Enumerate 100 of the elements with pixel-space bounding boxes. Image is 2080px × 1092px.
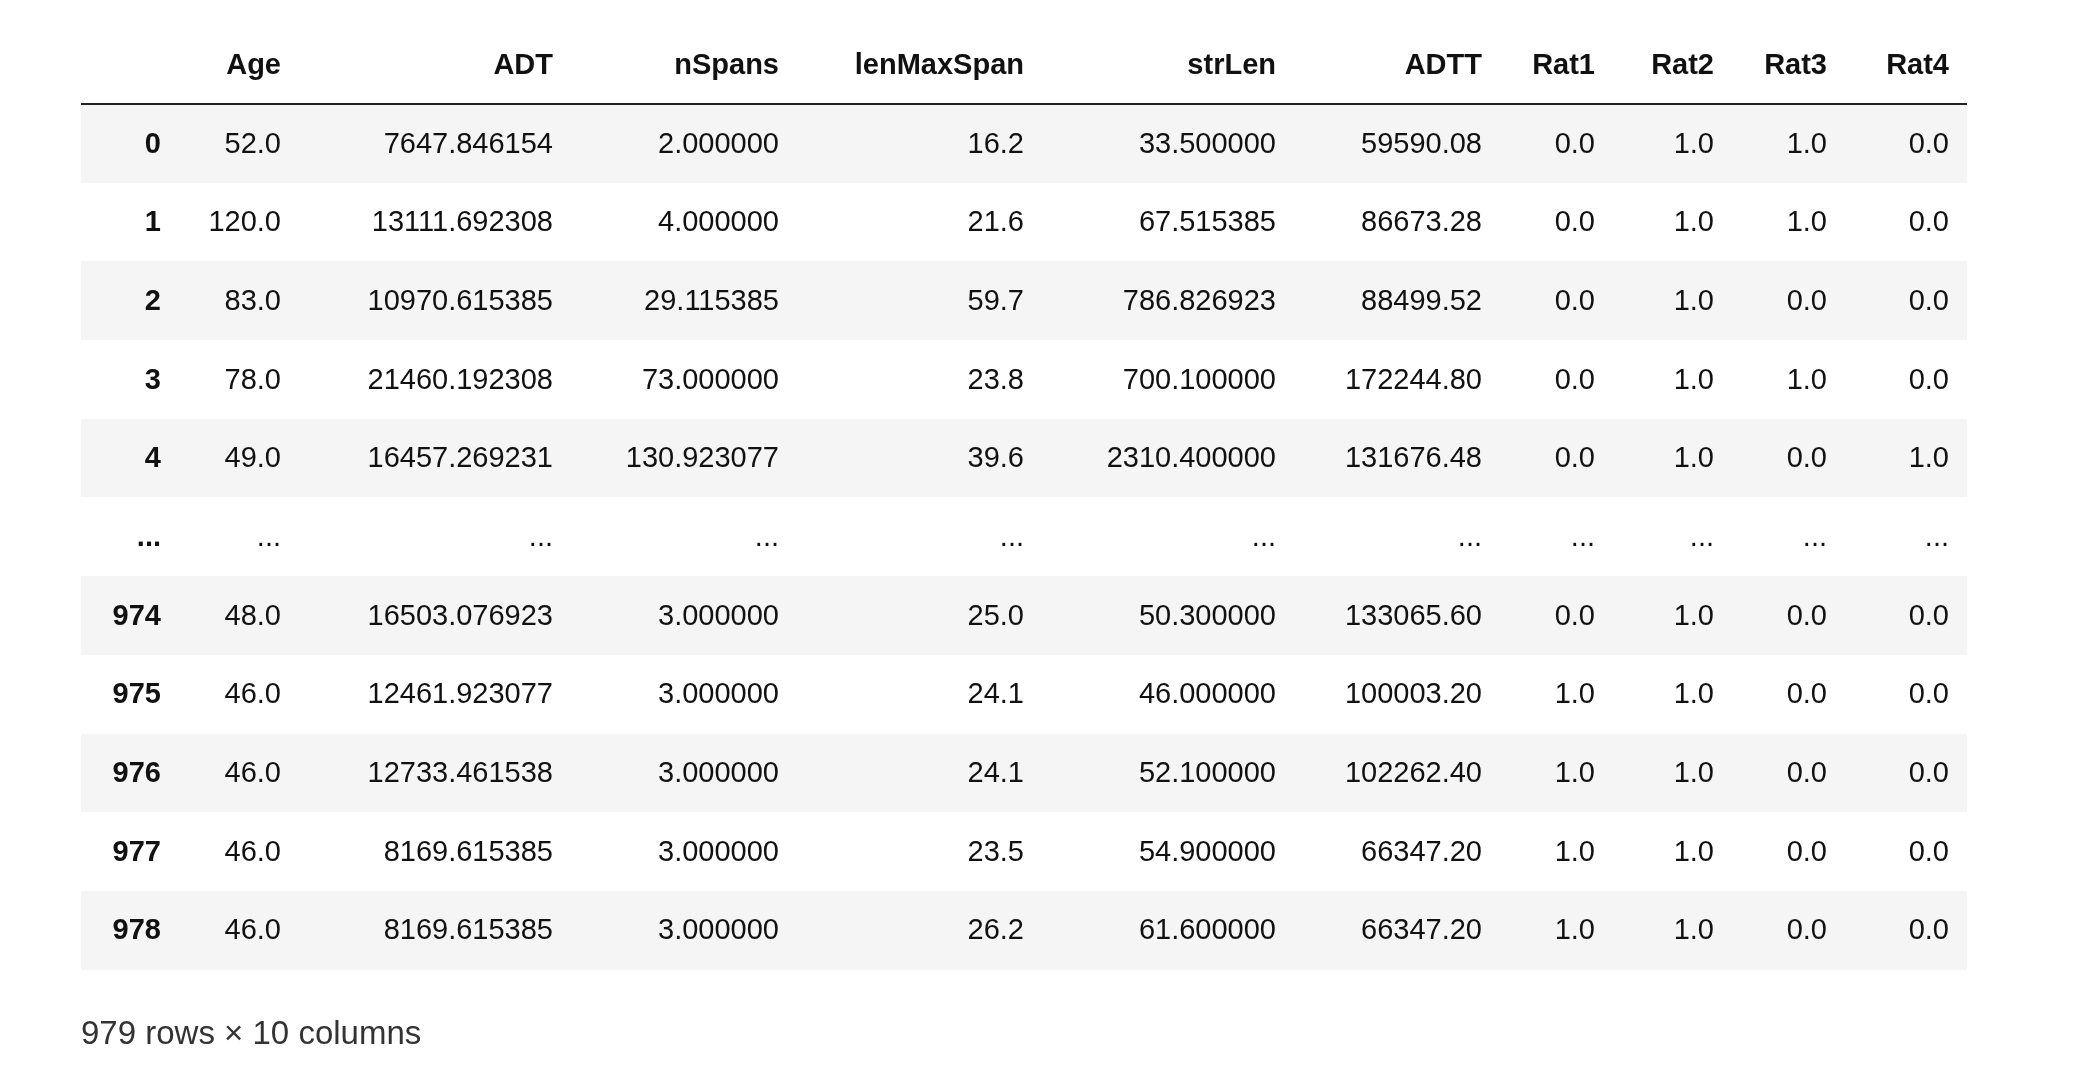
table-cell: ...	[1689, 520, 1714, 553]
table-cell: 0.0	[1908, 677, 1949, 710]
table-cell: 8169.615385	[383, 913, 553, 946]
table-cell: 4.000000	[658, 205, 779, 238]
table-cell: 67.515385	[1138, 205, 1276, 238]
table-cell: 0.0	[1554, 441, 1595, 474]
table-cell: 88499.52	[1361, 283, 1482, 316]
table-cell: ...	[999, 520, 1024, 553]
table-cell: 46.0	[224, 677, 281, 710]
table-cell: 0.0	[1786, 756, 1827, 789]
column-header: lenMaxSpan	[854, 47, 1024, 80]
table-cell: 23.5	[967, 834, 1024, 867]
table-cell: 0.0	[1908, 362, 1949, 395]
column-header: nSpans	[674, 47, 779, 80]
table-summary: 979 rows × 10 columns	[81, 1012, 423, 1053]
table-cell: 0.0	[1786, 913, 1827, 946]
table-cell: 3.000000	[658, 598, 779, 631]
table-cell: ...	[1802, 520, 1827, 553]
table-cell: ...	[1570, 520, 1595, 553]
column-header: Age	[226, 47, 281, 80]
table-cell: 48.0	[224, 598, 281, 631]
table-cell: 1.0	[1673, 362, 1714, 395]
row-index: 1	[144, 205, 161, 238]
row-index: 975	[112, 677, 161, 710]
table-cell: 3.000000	[658, 756, 779, 789]
row-index: 2	[144, 283, 161, 316]
table-cell: 21460.192308	[367, 362, 553, 395]
table-cell: 12733.461538	[367, 756, 553, 789]
table-cell: 0.0	[1786, 598, 1827, 631]
table-cell: 83.0	[224, 283, 281, 316]
table-cell: 66347.20	[1361, 913, 1482, 946]
row-index: 974	[112, 598, 161, 631]
table-cell: 0.0	[1908, 913, 1949, 946]
table-cell: 0.0	[1908, 756, 1949, 789]
table-cell: 1.0	[1554, 756, 1595, 789]
table-cell: 100003.20	[1344, 677, 1482, 710]
table-cell: 7647.846154	[383, 127, 553, 160]
row-index: 0	[144, 127, 161, 160]
table-cell: 1.0	[1673, 283, 1714, 316]
table-cell: 86673.28	[1361, 205, 1482, 238]
table-cell: 1.0	[1786, 362, 1827, 395]
row-index: 4	[144, 441, 161, 474]
table-cell: 1.0	[1673, 205, 1714, 238]
table-cell: 46.0	[224, 834, 281, 867]
table-cell: 66347.20	[1361, 834, 1482, 867]
table-cell: ...	[1924, 520, 1949, 553]
table-cell: 1.0	[1554, 677, 1595, 710]
table-cell: 0.0	[1554, 205, 1595, 238]
table-cell: 0.0	[1786, 677, 1827, 710]
table-cell: 46.0	[224, 756, 281, 789]
table-cell: 120.0	[208, 205, 281, 238]
column-header: ADT	[493, 47, 553, 80]
table-cell: 1.0	[1786, 127, 1827, 160]
table-cell: 0.0	[1908, 598, 1949, 631]
table-cell: 1.0	[1908, 441, 1949, 474]
table-cell: 46.000000	[1138, 677, 1276, 710]
table-cell: 33.500000	[1138, 127, 1276, 160]
table-cell: 3.000000	[658, 677, 779, 710]
table-cell: 0.0	[1554, 362, 1595, 395]
column-header: Rat1	[1532, 47, 1595, 80]
table-cell: 0.0	[1554, 283, 1595, 316]
table-cell: 25.0	[967, 598, 1024, 631]
table-cell: 3.000000	[658, 913, 779, 946]
table-cell: 1.0	[1554, 913, 1595, 946]
table-cell: 1.0	[1673, 677, 1714, 710]
table-cell: 78.0	[224, 362, 281, 395]
column-header: ADTT	[1404, 47, 1482, 80]
table-cell: ...	[1457, 520, 1482, 553]
table-cell: 1.0	[1673, 913, 1714, 946]
column-header: Rat2	[1651, 47, 1714, 80]
table-cell: 49.0	[224, 441, 281, 474]
table-cell: 130.923077	[625, 441, 779, 474]
table-cell: 50.300000	[1138, 598, 1276, 631]
table-cell: 1.0	[1673, 756, 1714, 789]
table-cell: 0.0	[1786, 441, 1827, 474]
table-cell: 1.0	[1786, 205, 1827, 238]
table-cell: 8169.615385	[383, 834, 553, 867]
table-cell: 46.0	[224, 913, 281, 946]
table-cell: ...	[528, 520, 553, 553]
table-cell: 0.0	[1908, 834, 1949, 867]
table-cell: ...	[256, 520, 281, 553]
table-cell: 52.0	[224, 127, 281, 160]
column-header: Rat4	[1886, 47, 1949, 80]
table-cell: 700.100000	[1122, 362, 1276, 395]
table-cell: 0.0	[1554, 127, 1595, 160]
row-index: 977	[112, 834, 161, 867]
table-cell: 2.000000	[658, 127, 779, 160]
row-index: 978	[112, 913, 161, 946]
table-cell: 23.8	[967, 362, 1024, 395]
table-cell: 16503.076923	[367, 598, 553, 631]
table-cell: 133065.60	[1344, 598, 1482, 631]
row-index: ...	[136, 520, 161, 553]
table-cell: 1.0	[1673, 834, 1714, 867]
table-cell: 24.1	[967, 677, 1024, 710]
table-cell: 786.826923	[1122, 283, 1276, 316]
table-cell: 13111.692308	[371, 205, 553, 238]
table-cell: 102262.40	[1344, 756, 1482, 789]
table-cell: 2310.400000	[1106, 441, 1276, 474]
table-cell: 0.0	[1908, 205, 1949, 238]
table-cell: 172244.80	[1344, 362, 1482, 395]
